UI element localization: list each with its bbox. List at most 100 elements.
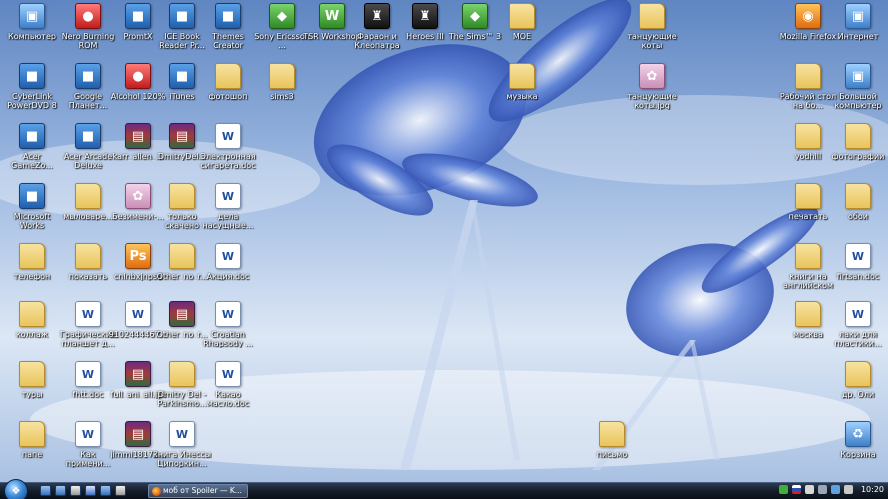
word-doc-icon: W [215, 183, 241, 209]
recycle-bin-icon: ♻ [845, 421, 871, 447]
desktop-icon[interactable]: коллаж [2, 301, 62, 359]
word-doc-icon: W [215, 361, 241, 387]
volume-tray-icon[interactable] [843, 485, 853, 494]
internet-icon: ▣ [845, 3, 871, 29]
desktop-icon[interactable]: фотошоп [198, 63, 258, 121]
folder-icon [215, 63, 241, 89]
word-doc-icon: W [125, 301, 151, 327]
taskbar: ❖ моб от Spoiler — K... 10:20 [0, 479, 888, 499]
desktop-icon[interactable]: W Croatian Rhapsody ... [198, 301, 258, 359]
promt-icon: ■ [125, 3, 151, 29]
desktop-icon-label: книга Инессы Ципоркин... [152, 450, 212, 468]
show-desktop-icon[interactable] [40, 485, 51, 496]
window-icon[interactable] [100, 485, 111, 496]
folder-icon [599, 421, 625, 447]
desktop-icon-label: др. Оли [841, 390, 875, 399]
start-button[interactable]: ❖ [4, 479, 28, 499]
desktop-icon[interactable]: Wкнига Инессы Ципоркин... [152, 421, 212, 479]
desktop-icon[interactable]: sims3 [252, 63, 312, 121]
desktop-icon-label: Какао масло.doc [206, 390, 250, 408]
computer-icon: ▣ [19, 3, 45, 29]
nero-icon: ● [75, 3, 101, 29]
desktop-icon[interactable]: ▣ Большой компьютер [828, 63, 888, 121]
switch-windows-icon[interactable] [55, 485, 66, 496]
desktop-icon[interactable]: ♻ Корзина [828, 421, 888, 479]
folder-icon [509, 3, 535, 29]
desktop-icon[interactable]: ■ Microsoft Works [2, 183, 62, 241]
folder-icon [269, 63, 295, 89]
desktop-icon-label: sims3 [270, 92, 294, 101]
desktop-icon-label: CyberLink PowerDVD 8 [7, 92, 57, 110]
rar-archive-icon: ▤ [125, 361, 151, 387]
system-tray: 10:20 [778, 485, 884, 494]
rar-archive-icon: ▤ [169, 123, 195, 149]
desktop-icon[interactable]: др. Оли [828, 361, 888, 419]
word-doc-icon: W [215, 123, 241, 149]
acer-gamezone-icon: ■ [19, 123, 45, 149]
desktop-icon-label: фотошоп [208, 92, 248, 101]
taskbar-window-button[interactable]: моб от Spoiler — K... [148, 484, 248, 498]
desktop-icon[interactable]: W Какао масло.doc [198, 361, 258, 419]
language-tray-icon[interactable] [791, 485, 801, 494]
folder-icon [639, 3, 665, 29]
network-tray-icon[interactable] [778, 485, 788, 494]
desktop-icon-label: лаки для пластики... [834, 330, 882, 348]
desktop-icon[interactable]: фотографии [828, 123, 888, 181]
desktop-icon[interactable]: ■ Acer GameZo... [2, 123, 62, 181]
folder-icon [169, 183, 195, 209]
word-doc-icon: W [169, 421, 195, 447]
folder-icon [845, 361, 871, 387]
desktop-icon[interactable]: папе [2, 421, 62, 479]
image-file-icon: ✿ [639, 63, 665, 89]
desktop-icon[interactable]: телефон [2, 243, 62, 301]
desktop-icon-label: дела насущные... [202, 212, 254, 230]
desktop-icon-label: музыка [506, 92, 538, 101]
window-icon[interactable] [115, 485, 126, 496]
desktop-icon-label: папе [21, 450, 43, 459]
quick-launch [40, 485, 126, 496]
firefox-icon [152, 487, 161, 496]
desktop-icon-label: Корзина [840, 450, 876, 459]
word-doc-icon: W [75, 421, 101, 447]
folder-icon [75, 183, 101, 209]
sony-ericsson-icon: ◆ [269, 3, 295, 29]
folder-icon [795, 301, 821, 327]
desktop-icon[interactable]: Wдела насущные... [198, 183, 258, 241]
desktop-icon[interactable]: ▣ Компьютер [2, 3, 62, 61]
desktop-icon-label: Большой компьютер [834, 92, 882, 110]
desktop-icon[interactable]: ✿ танцующие коты.jpg [622, 63, 682, 121]
ms-works-icon: ■ [19, 183, 45, 209]
desktop-icon[interactable]: ■ CyberLink PowerDVD 8 [2, 63, 62, 121]
desktop-icon[interactable]: Wfirtsan.doc [828, 243, 888, 301]
desktop-icon-label: Croatian Rhapsody ... [203, 330, 253, 348]
alcohol-icon: ● [125, 63, 151, 89]
tray-app-icon[interactable] [804, 485, 814, 494]
word-doc-icon: W [845, 243, 871, 269]
desktop-icon[interactable]: ■ Themes Creator [198, 3, 258, 61]
desktop-icon[interactable]: MOE [492, 3, 552, 61]
desktop-icon-label: обои [848, 212, 868, 221]
word-doc-icon: W [215, 243, 241, 269]
word-icon[interactable] [85, 485, 96, 496]
folder-icon [19, 421, 45, 447]
desktop-icon-label: Microsoft Works [13, 212, 51, 230]
desktop-icon[interactable]: туры [2, 361, 62, 419]
connection-tray-icon[interactable] [830, 485, 840, 494]
folder-icon [795, 63, 821, 89]
desktop-icon[interactable]: танцующие коты [622, 3, 682, 61]
desktop-icon[interactable]: ▣ Интернет [828, 3, 888, 61]
window-icon[interactable] [70, 485, 81, 496]
folder-icon [845, 123, 871, 149]
desktop-icon-label: фотографии [831, 152, 885, 161]
desktop-icon[interactable]: письмо [582, 421, 642, 479]
desktop-icon[interactable]: музыка [492, 63, 552, 121]
rar-archive-icon: ▤ [125, 123, 151, 149]
desktop-icon[interactable]: обои [828, 183, 888, 241]
clock[interactable]: 10:20 [861, 485, 884, 494]
tray-app-icon[interactable] [817, 485, 827, 494]
desktop-icon[interactable]: W Акция.doc [198, 243, 258, 301]
folder-icon [795, 123, 821, 149]
desktop-icon[interactable]: Wлаки для пластики... [828, 301, 888, 359]
word-doc-icon: W [75, 301, 101, 327]
desktop-icon[interactable]: W Электронная сигарета.doc [198, 123, 258, 181]
